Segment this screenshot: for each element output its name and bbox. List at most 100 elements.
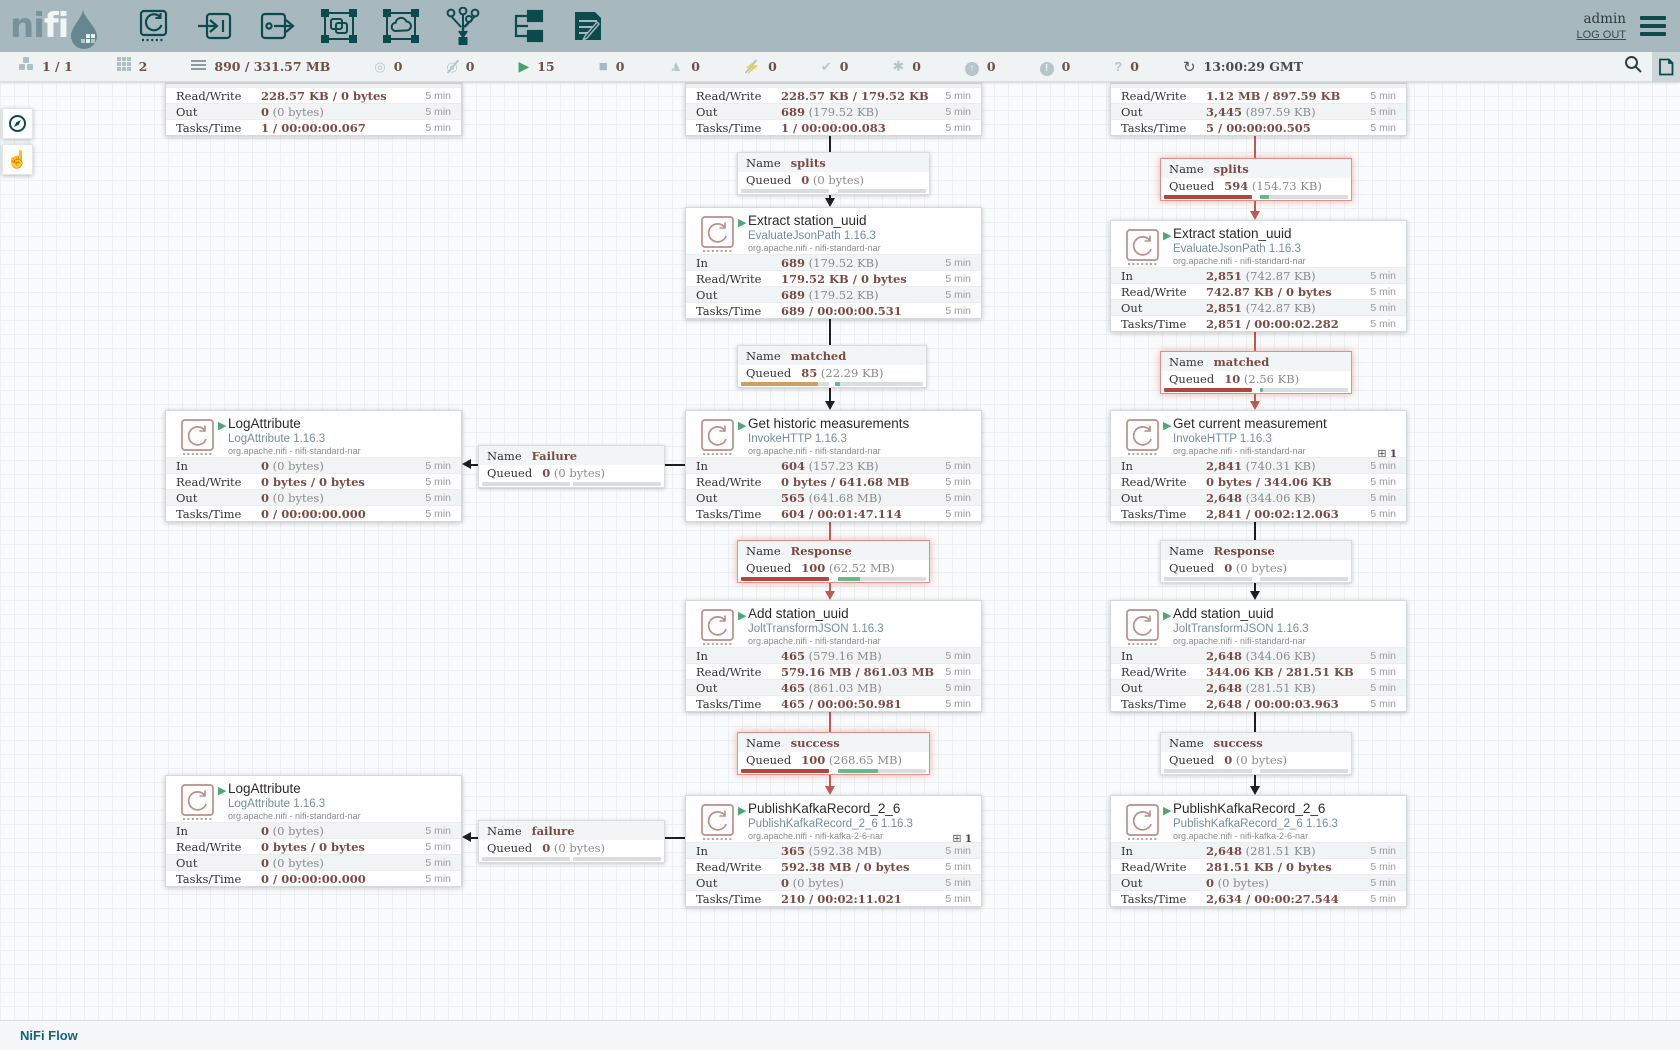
stat-row-tasks-time: Tasks/Time0 / 00:00:00.0005 min: [166, 505, 461, 521]
breadcrumb-nifi-flow[interactable]: NiFi Flow: [20, 1028, 78, 1043]
processor-add-station-uuid-middle[interactable]: ▶Add station_uuidJoltTransformJSON 1.16.…: [685, 600, 982, 712]
stat-row-in: In0 (0 bytes)5 min: [166, 822, 461, 838]
processor-publishkafkarecord-middle[interactable]: ▶PublishKafkaRecord_2_6PublishKafkaRecor…: [685, 795, 982, 907]
connection-label-success-right[interactable]: NamesuccessQueued0 (0 bytes): [1160, 732, 1352, 775]
stat-row-in: In0 (0 bytes)5 min: [166, 457, 461, 473]
queue-count-bar: [1164, 195, 1252, 199]
processor-extract-station-uuid-right[interactable]: ▶Extract station_uuidEvaluateJsonPath 1.…: [1110, 220, 1407, 332]
connection-label-response-right[interactable]: NameResponseQueued0 (0 bytes): [1160, 540, 1352, 583]
navigate-panel-button[interactable]: [2, 108, 33, 139]
stat-row-out: Out2,851 (742.87 KB)5 min: [1111, 299, 1406, 315]
stat-row-in: In2,648 (281.51 KB)5 min: [1111, 842, 1406, 858]
processor-logattribute-top[interactable]: ▶LogAttributeLogAttribute 1.16.3org.apac…: [165, 410, 462, 522]
queued-size: (268.65 MB): [825, 753, 902, 767]
flow-canvas[interactable]: ☝ NamesplitsQueued0 (0 bytes) Namematched…: [0, 82, 1680, 1020]
queued-size: (0 bytes): [809, 173, 864, 187]
queued-count: 85: [801, 366, 817, 380]
search-icon[interactable]: [1614, 55, 1652, 78]
connection-label-success-middle[interactable]: NamesuccessQueued100 (268.65 MB): [737, 732, 930, 775]
connection-label-failure-upper-left[interactable]: NameFailureQueued0 (0 bytes): [478, 445, 665, 488]
processor-publishkafkarecord-right[interactable]: ▶PublishKafkaRecord_2_6PublishKafkaRecor…: [1110, 795, 1407, 907]
queued-size: (22.29 KB): [817, 366, 883, 380]
connection-label-failure-lower-left[interactable]: NamefailureQueued0 (0 bytes): [478, 820, 665, 863]
processor-icon[interactable]: [133, 6, 173, 46]
operate-panel-button[interactable]: ☝: [2, 144, 33, 175]
connection-name: Failure: [532, 449, 577, 463]
connection-arrow-icon: [1250, 401, 1260, 410]
stat-row-tasks-time: Tasks/Time5 / 00:00:00.5055 min: [1111, 119, 1406, 135]
refresh-icon[interactable]: ↻: [1183, 58, 1196, 76]
output-port-icon[interactable]: [257, 6, 297, 46]
processor-type-icon: [179, 417, 216, 461]
status-queued: 890 / 331.57 MB: [191, 58, 330, 76]
breadcrumb-bar: NiFi Flow: [0, 1020, 1680, 1050]
connection-label-splits-middle[interactable]: NamesplitsQueued0 (0 bytes): [737, 152, 930, 195]
connection-arrow-icon: [1250, 211, 1260, 220]
stat-row-out: Out2,648 (281.51 KB)5 min: [1111, 679, 1406, 695]
stat-row-tasks-time: Tasks/Time1 / 00:00:00.0835 min: [686, 119, 981, 135]
funnel-icon[interactable]: [443, 6, 483, 46]
logout-link[interactable]: LOG OUT: [1576, 29, 1626, 41]
running-status-icon: ▶: [1163, 229, 1171, 242]
processor-type: JoltTransformJSON 1.16.3: [1173, 623, 1309, 635]
connection-name: Response: [791, 544, 852, 558]
processor-name: PublishKafkaRecord_2_6: [748, 801, 900, 816]
disabled-icon: ⚡: [744, 58, 760, 76]
processor-type: InvokeHTTP 1.16.3: [1173, 433, 1272, 445]
status-bar: 1 / 12890 / 331.57 MB◎0◎0▶15■0▲!0⚡0✔0✱0↑…: [0, 52, 1680, 82]
queued-key: Queued: [746, 753, 791, 767]
processor-top-middle[interactable]: Read/Write228.57 KB / 179.52 KB5 minOut6…: [685, 83, 982, 136]
name-key: Name: [746, 156, 781, 170]
connection-label-response-middle[interactable]: NameResponseQueued100 (62.52 MB): [737, 540, 930, 583]
connection-arrow-icon: [462, 832, 471, 842]
template-icon[interactable]: [505, 6, 545, 46]
queue-size-bar: [835, 382, 923, 386]
status-value: 0: [394, 59, 403, 74]
logo-text-fi: fi: [44, 3, 68, 49]
processor-logattribute-bottom[interactable]: ▶LogAttributeLogAttribute 1.16.3org.apac…: [165, 775, 462, 887]
invalid-icon: ▲!: [668, 58, 683, 76]
stat-row-tasks-time: Tasks/Time689 / 00:00:00.5315 min: [686, 302, 981, 318]
connection-label-splits-right[interactable]: NamesplitsQueued594 (154.73 KB): [1160, 158, 1352, 201]
processor-add-station-uuid-right[interactable]: ▶Add station_uuidJoltTransformJSON 1.16.…: [1110, 600, 1407, 712]
stat-row-tasks-time: Tasks/Time210 / 00:02:11.0215 min: [686, 890, 981, 906]
label-icon[interactable]: [567, 6, 607, 46]
stat-row-out: Out0 (0 bytes)5 min: [166, 103, 461, 119]
queued-size: (2.56 KB): [1240, 372, 1299, 386]
status-stale: ↑0: [965, 58, 996, 76]
processor-get-current-measurement[interactable]: ▶Get current measurementInvokeHTTP 1.16.…: [1110, 410, 1407, 522]
queued-size: (0 bytes): [550, 841, 605, 855]
processor-extract-station-uuid-middle[interactable]: ▶Extract station_uuidEvaluateJsonPath 1.…: [685, 207, 982, 319]
connection-label-matched-right[interactable]: NamematchedQueued10 (2.56 KB): [1160, 351, 1352, 394]
stat-row-in: In604 (157.23 KB)5 min: [686, 457, 981, 473]
status-stopped: ■0: [599, 58, 625, 76]
stat-row-out: Out0 (0 bytes)5 min: [686, 874, 981, 890]
queue-size-bar: [838, 189, 926, 193]
status-not-transmitting: ◎0: [446, 58, 474, 76]
refresh-time: 13:00:29 GMT: [1204, 59, 1304, 74]
global-menu-icon[interactable]: [1640, 16, 1666, 36]
processor-get-historic-measurements[interactable]: ▶Get historic measurementsInvokeHTTP 1.1…: [685, 410, 982, 522]
stat-row-out: Out565 (641.68 MB)5 min: [686, 489, 981, 505]
input-port-icon[interactable]: [195, 6, 235, 46]
connection-label-matched-middle[interactable]: NamematchedQueued85 (22.29 KB): [737, 345, 927, 388]
stat-row-read-write: Read/Write0 bytes / 0 bytes5 min: [166, 838, 461, 854]
queued-count: 10: [1224, 372, 1240, 386]
processor-name: LogAttribute: [228, 416, 301, 431]
processor-top-left[interactable]: Read/Write228.57 KB / 0 bytes5 minOut0 (…: [165, 83, 462, 136]
processor-top-right[interactable]: Read/Write1.12 MB / 897.59 KB5 minOut3,4…: [1110, 83, 1407, 136]
hand-pointer-icon: ☝: [7, 150, 28, 170]
stat-row-tasks-time: Tasks/Time2,634 / 00:00:27.5445 min: [1111, 890, 1406, 906]
remote-process-group-icon[interactable]: [381, 6, 421, 46]
name-key: Name: [1169, 736, 1204, 750]
processor-type-icon: [1124, 607, 1161, 651]
process-group-icon[interactable]: [319, 6, 359, 46]
running-status-icon: ▶: [1163, 609, 1171, 622]
processor-bundle: org.apache.nifi - nifi-kafka-2-6-nar: [1173, 831, 1308, 841]
canvas-settings-icon[interactable]: [1652, 52, 1680, 82]
app-header: nifi: [0, 0, 1680, 52]
running-status-icon: ▶: [1163, 804, 1171, 817]
status-value: 0: [987, 59, 996, 74]
queue-count-bar: [741, 189, 829, 193]
processor-type: JoltTransformJSON 1.16.3: [748, 623, 884, 635]
